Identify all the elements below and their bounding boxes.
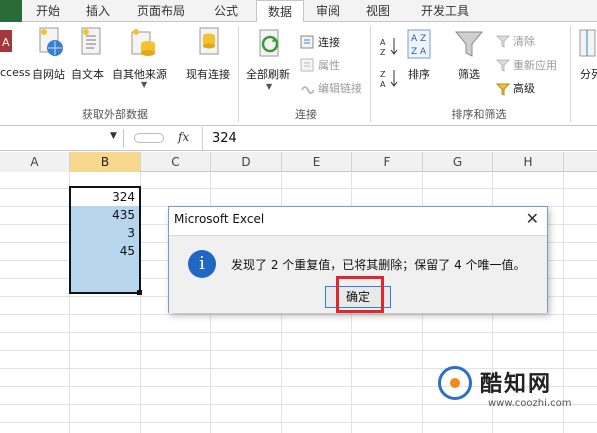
- svg-text:Z: Z: [380, 70, 386, 79]
- from-access-button[interactable]: ccess: [0, 66, 30, 79]
- cell-b-value[interactable]: 45: [120, 244, 135, 258]
- watermark: 酷知网 www.coozhi.com: [428, 356, 597, 433]
- row-line: [0, 332, 597, 333]
- from-web-button[interactable]: 自网站: [32, 66, 65, 82]
- from-other-sources-button[interactable]: 自其他来源: [112, 66, 167, 82]
- tab-data[interactable]: 数据: [256, 0, 304, 23]
- other-sources-dropdown-icon[interactable]: ▼: [141, 80, 147, 89]
- cell-b-value[interactable]: 435: [112, 208, 135, 222]
- database-icon: [131, 29, 155, 56]
- text-file-icon: [81, 27, 101, 55]
- svg-text:A: A: [380, 38, 386, 47]
- column-header-g[interactable]: G: [423, 152, 493, 172]
- refresh-dropdown-icon[interactable]: ▼: [266, 82, 272, 91]
- group-divider: [570, 26, 571, 122]
- group-divider: [238, 26, 239, 122]
- tab-page-layout[interactable]: 页面布局: [128, 0, 194, 22]
- group-title-get-external-data: 获取外部数据: [82, 108, 148, 121]
- close-icon[interactable]: ✕: [526, 209, 539, 228]
- tab-insert[interactable]: 插入: [78, 0, 118, 22]
- cell-b-value[interactable]: 3: [127, 226, 135, 240]
- row-line: [0, 314, 597, 315]
- text-to-columns-button[interactable]: 分列: [580, 66, 597, 82]
- fill-handle[interactable]: [137, 290, 142, 295]
- reapply-icon: [496, 59, 510, 72]
- insert-function-icon[interactable]: fx: [178, 130, 189, 144]
- group-divider: [370, 26, 371, 122]
- tab-view[interactable]: 视图: [358, 0, 398, 22]
- tab-developer[interactable]: 开发工具: [412, 0, 478, 22]
- tab-review[interactable]: 审阅: [308, 0, 348, 22]
- group-title-sort-filter: 排序和筛选: [451, 108, 507, 121]
- refresh-all-button[interactable]: 全部刷新: [246, 66, 290, 82]
- existing-connections-icon: [199, 27, 219, 55]
- sort-button[interactable]: 排序: [408, 66, 430, 82]
- column-header-f[interactable]: F: [352, 152, 423, 172]
- group-title-connections: 连接: [295, 108, 317, 121]
- watermark-url: www.coozhi.com: [488, 398, 572, 409]
- svg-text:A: A: [2, 36, 10, 49]
- connections-icon: [300, 35, 314, 49]
- advanced-filter-icon: [496, 83, 510, 96]
- tab-formulas[interactable]: 公式: [204, 0, 248, 22]
- svg-text:A: A: [380, 80, 386, 88]
- svg-text:Z: Z: [380, 48, 386, 56]
- column-header-h[interactable]: H: [493, 152, 564, 172]
- web-icon: [39, 27, 63, 56]
- name-box[interactable]: ▼: [0, 129, 124, 148]
- highlight-box: [336, 276, 384, 313]
- dialog-message: 发现了 2 个重复值，已将其删除；保留了 4 个唯一值。: [231, 258, 526, 272]
- formula-divider: [202, 127, 203, 151]
- dialog-title: Microsoft Excel: [174, 212, 265, 226]
- column-header-e[interactable]: E: [282, 152, 352, 172]
- column-header-c[interactable]: C: [141, 152, 211, 172]
- column-header-b[interactable]: B: [70, 152, 141, 172]
- formula-bar: ▼ fx 324: [0, 127, 597, 151]
- sort-icon: A Z Z A: [407, 29, 431, 59]
- file-tab[interactable]: [0, 0, 22, 22]
- coozhi-logo-icon: [438, 366, 472, 400]
- svg-text:A Z: A Z: [411, 34, 426, 44]
- filter-icon: [454, 31, 484, 57]
- formula-bar-resize-handle[interactable]: [134, 133, 164, 143]
- access-icon: A: [0, 30, 12, 52]
- edit-links-icon: [301, 86, 314, 94]
- selected-range[interactable]: 324 435 3 45: [69, 186, 141, 294]
- connections-button[interactable]: 连接: [318, 34, 340, 50]
- clear-filter-icon: [496, 35, 510, 48]
- column-headers: A B C D E F G H: [0, 152, 597, 172]
- from-text-button[interactable]: 自文本: [71, 66, 104, 82]
- column-header-d[interactable]: D: [211, 152, 282, 172]
- column-header-a[interactable]: A: [0, 152, 70, 172]
- refresh-all-icon: [259, 29, 279, 57]
- text-to-columns-icon: [579, 29, 596, 57]
- tab-home[interactable]: 开始: [26, 0, 70, 22]
- row-line: [0, 350, 597, 351]
- sort-ascending-icon[interactable]: AZ: [380, 36, 400, 56]
- properties-icon: [300, 58, 314, 72]
- ribbon-tab-bar: 开始 插入 页面布局 公式 数据 审阅 视图 开发工具: [0, 0, 597, 23]
- clear-button[interactable]: 清除: [513, 33, 535, 49]
- edit-links-button[interactable]: 编辑链接: [318, 80, 362, 96]
- watermark-name: 酷知网: [480, 372, 553, 397]
- sort-descending-icon[interactable]: ZA: [380, 68, 400, 88]
- properties-button[interactable]: 属性: [318, 57, 340, 73]
- svg-text:Z A: Z A: [411, 47, 427, 57]
- cell-b-value[interactable]: 324: [112, 190, 135, 204]
- reapply-button[interactable]: 重新应用: [513, 57, 557, 73]
- existing-connections-button[interactable]: 现有连接: [186, 66, 230, 82]
- filter-button[interactable]: 筛选: [458, 66, 480, 82]
- formula-input[interactable]: 324: [212, 131, 237, 146]
- ribbon: A ccess 自网站 自文本 自其他来源 ▼ 现有连接 获取外部数据 全部刷新…: [0, 22, 597, 126]
- advanced-button[interactable]: 高级: [513, 80, 535, 96]
- name-box-dropdown-icon[interactable]: ▼: [110, 131, 117, 141]
- info-icon: i: [188, 250, 216, 278]
